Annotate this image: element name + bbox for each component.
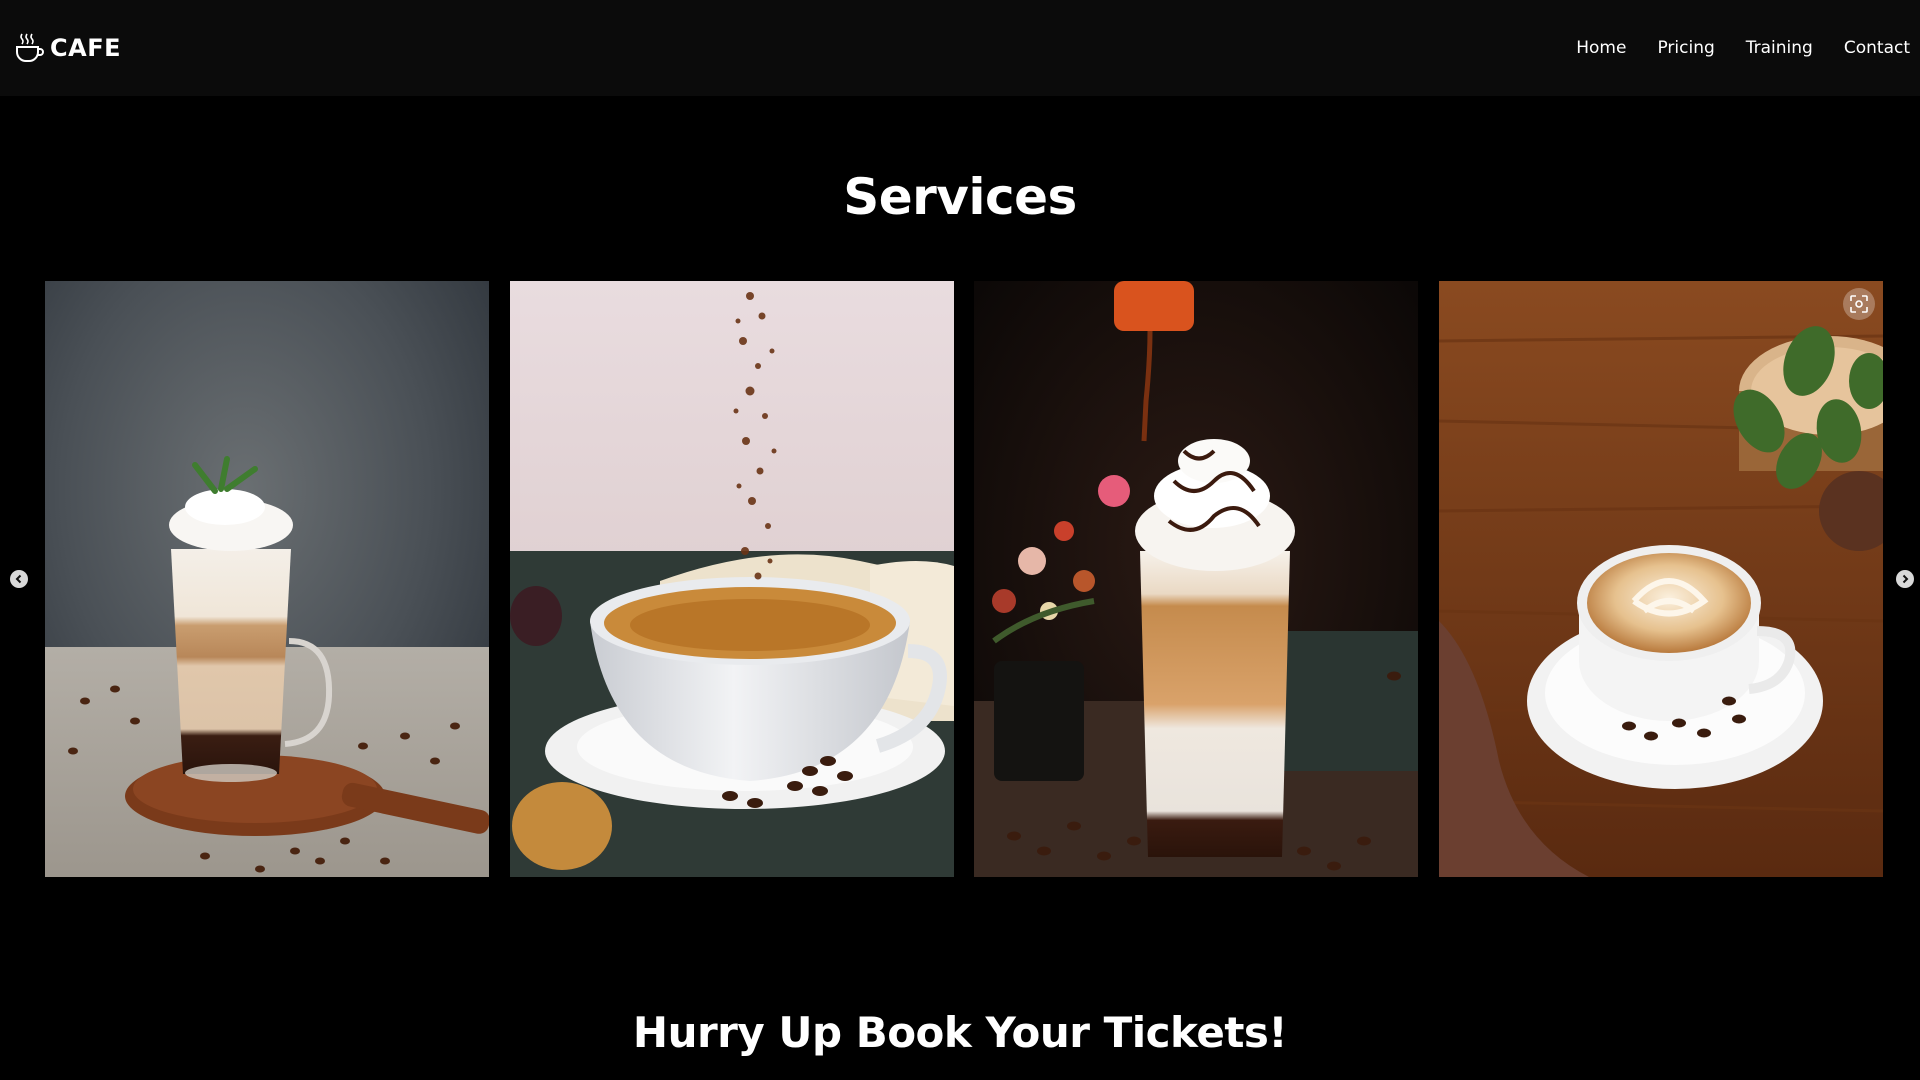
nav-link-contact[interactable]: Contact: [1844, 38, 1910, 58]
visual-search-icon: [1850, 295, 1868, 313]
service-card-cappuccino[interactable]: [510, 281, 954, 877]
brand-logo[interactable]: CAFE: [14, 32, 121, 64]
nav-link-home[interactable]: Home: [1576, 38, 1626, 58]
visual-search-button[interactable]: [1843, 288, 1875, 320]
services-title: Services: [843, 168, 1077, 226]
nav-link-pricing[interactable]: Pricing: [1657, 38, 1714, 58]
nav-menu: Home Pricing Training Contact: [1576, 38, 1910, 58]
service-card-latte-art[interactable]: [1439, 281, 1883, 877]
service-card-iced-latte[interactable]: [45, 281, 489, 877]
brand-name: CAFE: [50, 34, 121, 62]
latte-art-photo: [1439, 281, 1883, 877]
top-navbar: CAFE Home Pricing Training Contact: [0, 0, 1920, 96]
chevron-left-icon: [15, 574, 22, 584]
iced-latte-photo: [45, 281, 489, 877]
carousel-prev-button[interactable]: [10, 570, 28, 588]
services-carousel: [0, 281, 1920, 877]
service-card-iced-caramel-latte[interactable]: [974, 281, 1418, 877]
iced-caramel-latte-photo: [974, 281, 1418, 877]
booking-title: Hurry Up Book Your Tickets!: [632, 1008, 1288, 1057]
coffee-cup-icon: [16, 33, 44, 62]
nav-link-training[interactable]: Training: [1746, 38, 1813, 58]
carousel-next-button[interactable]: [1896, 570, 1914, 588]
chevron-right-icon: [1902, 574, 1909, 584]
cappuccino-pour-photo: [510, 281, 954, 877]
